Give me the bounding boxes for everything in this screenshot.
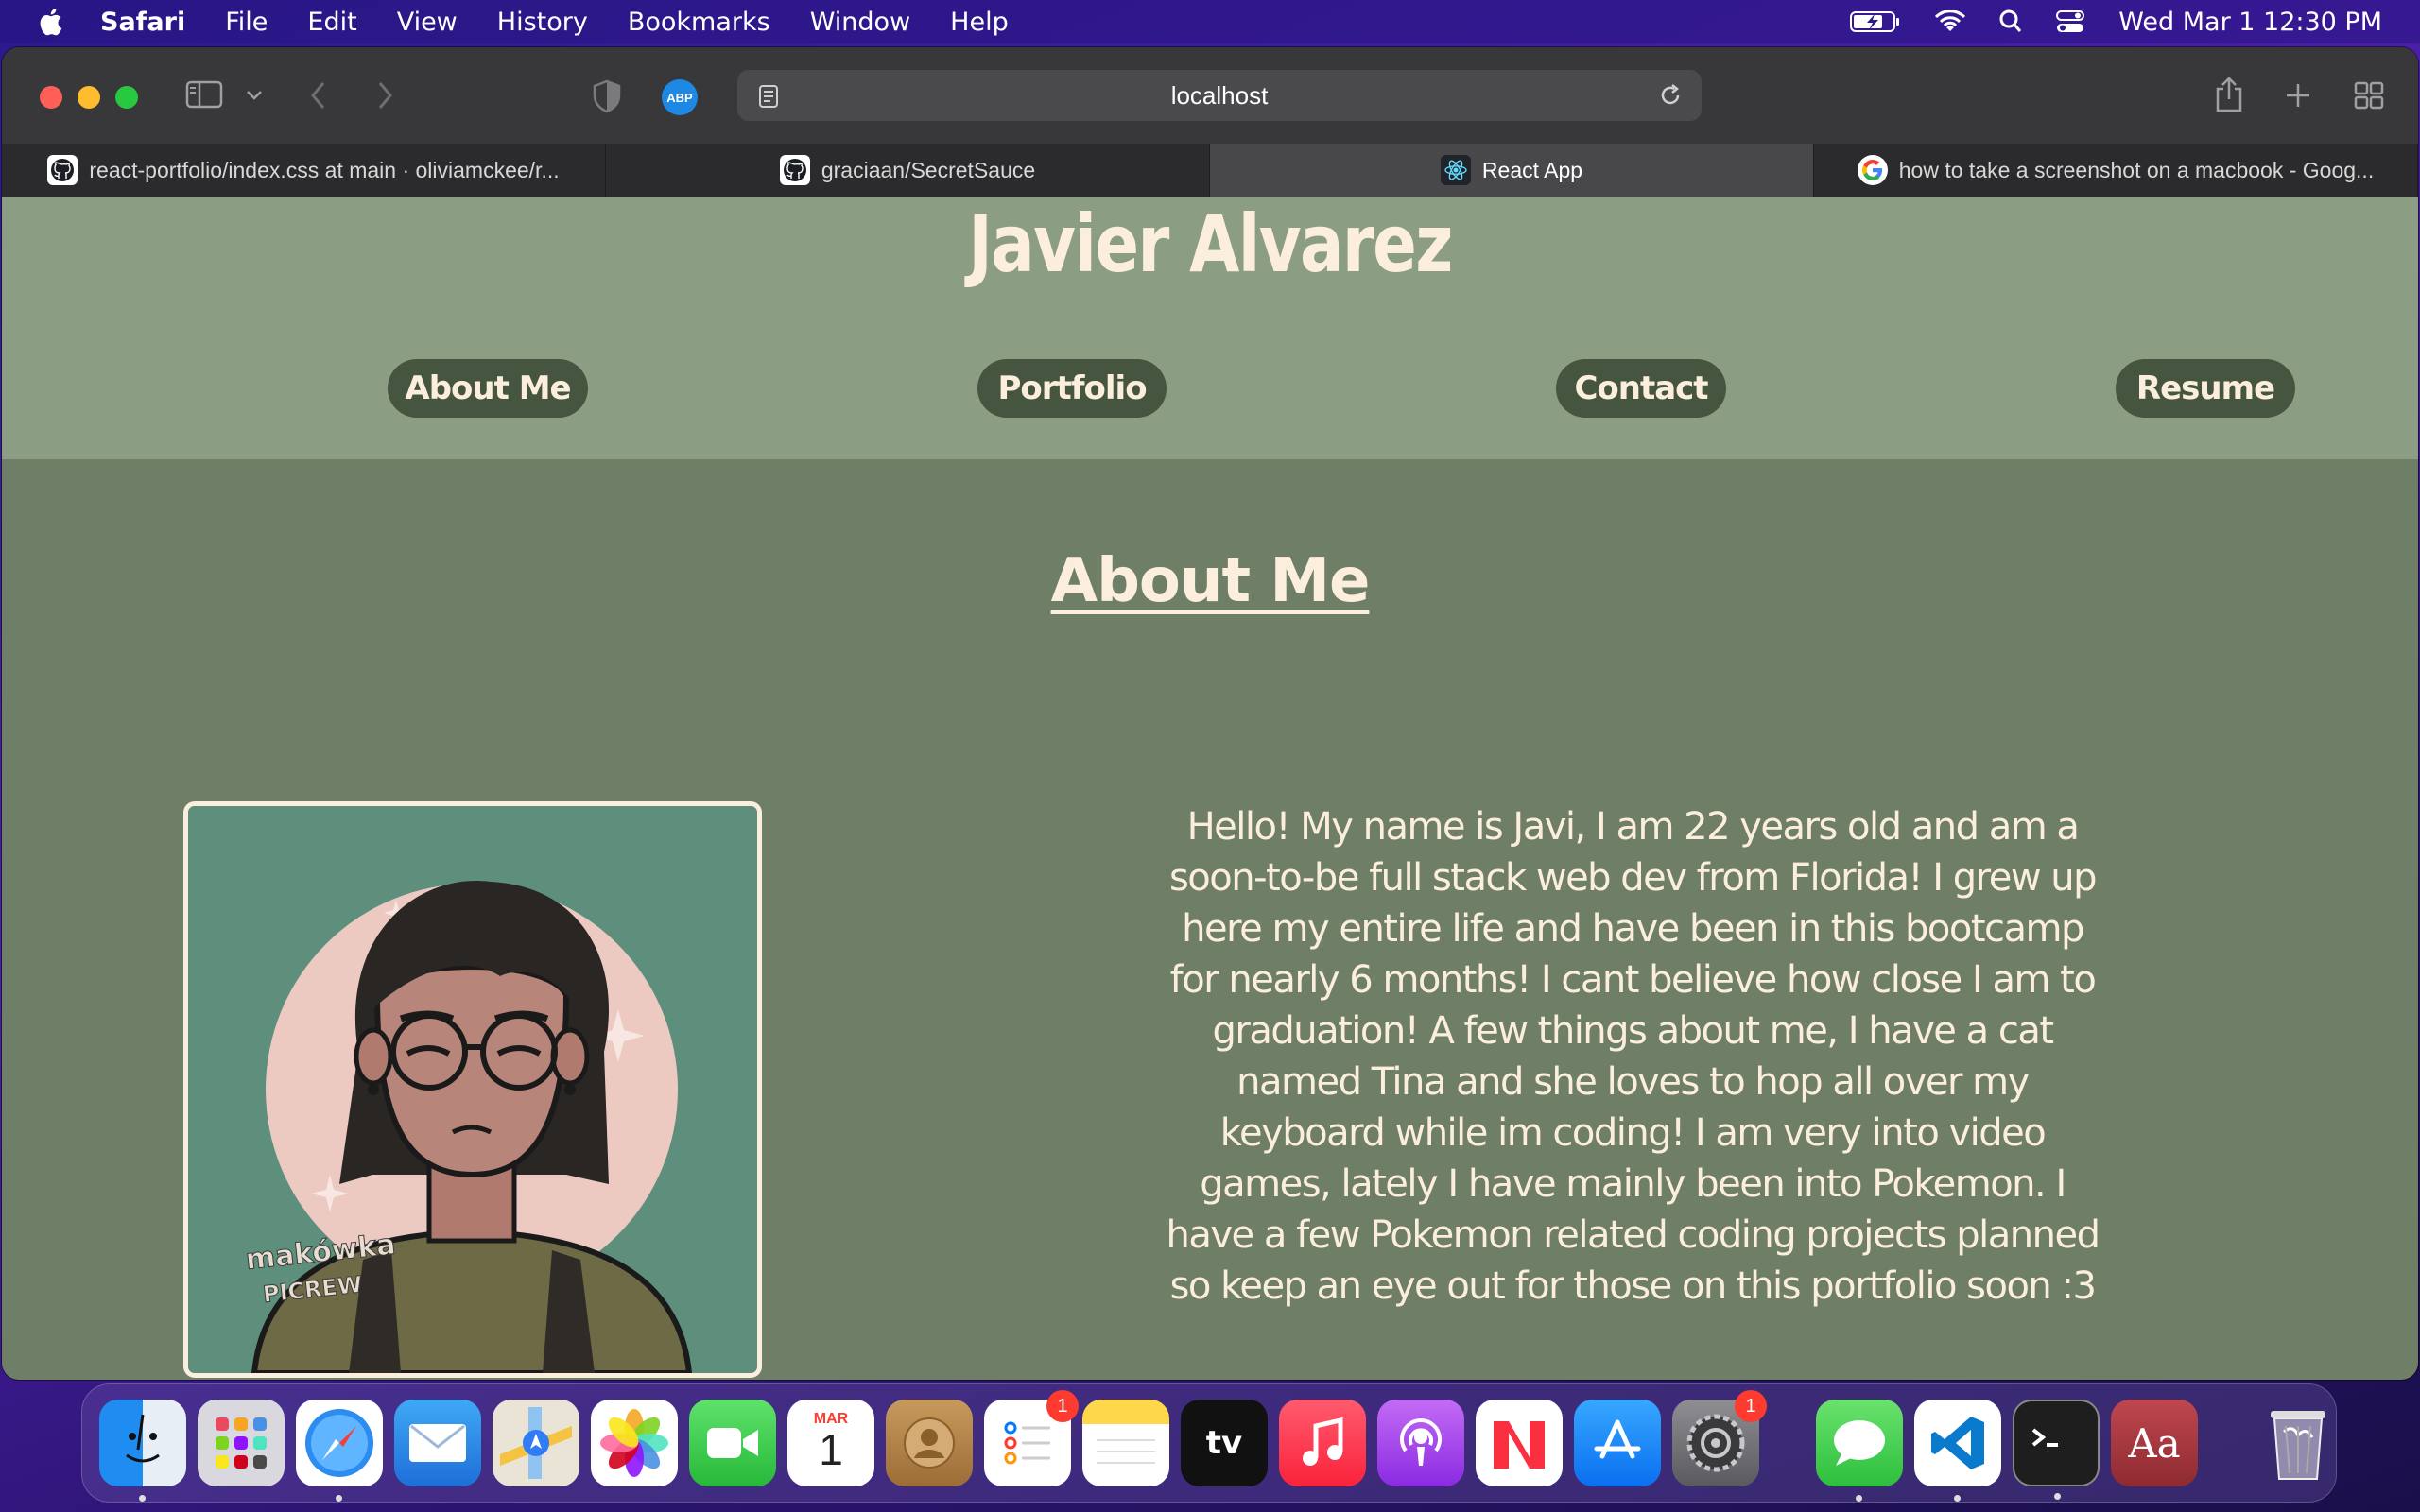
google-icon [1857, 155, 1888, 185]
contacts-icon[interactable] [886, 1400, 973, 1486]
nav-about-me-button[interactable]: About Me [388, 359, 588, 418]
zoom-window-button[interactable] [115, 86, 138, 109]
running-indicator [1954, 1495, 1961, 1502]
finder-icon[interactable] [99, 1400, 186, 1502]
apple-tv-label: tv [1205, 1424, 1243, 1462]
tab-secretsauce[interactable]: graciaan/SecretSauce [606, 144, 1210, 197]
tab-bar: react-portfolio/index.css at main · oliv… [2, 144, 2418, 197]
forward-arrow-icon[interactable] [374, 79, 395, 116]
menu-app-name[interactable]: Safari [100, 8, 185, 37]
nav-portfolio-button[interactable]: Portfolio [977, 359, 1167, 418]
tab-react-app[interactable]: React App [1210, 144, 1814, 197]
safari-window: ABP localhost react-portfolio/index.css … [2, 47, 2418, 1380]
github-icon [779, 155, 810, 185]
running-indicator [1856, 1495, 1862, 1502]
menu-edit[interactable]: Edit [307, 8, 356, 37]
notes-icon[interactable] [1082, 1400, 1169, 1486]
trash-icon[interactable] [2255, 1400, 2342, 1486]
running-indicator [139, 1495, 146, 1502]
settings-badge: 1 [1735, 1390, 1767, 1422]
tab-label: React App [1481, 157, 1583, 182]
url-text[interactable]: localhost [1171, 81, 1269, 111]
launchpad-icon[interactable] [198, 1400, 285, 1486]
apple-tv-icon[interactable]: tv [1181, 1400, 1268, 1486]
menu-file[interactable]: File [225, 8, 268, 37]
site-header: Javier Alvarez About Me Portfolio Contac… [2, 197, 2418, 459]
address-bar[interactable]: localhost [737, 70, 1702, 121]
photos-icon[interactable] [591, 1400, 678, 1486]
site-title: Javier Alvarez [968, 198, 1453, 290]
back-arrow-icon[interactable] [308, 79, 329, 116]
web-page: Javier Alvarez About Me Portfolio Contac… [2, 197, 2418, 1380]
close-window-button[interactable] [40, 86, 62, 109]
news-icon[interactable] [1476, 1400, 1563, 1486]
calendar-day: 1 [819, 1425, 843, 1474]
menubar-clock[interactable]: Wed Mar 1 12:30 PM [2118, 8, 2382, 37]
menu-bookmarks[interactable]: Bookmarks [628, 8, 770, 37]
reader-view-icon[interactable] [758, 84, 779, 115]
about-me-bio: Hello! My name is Javi, I am 22 years ol… [1166, 805, 2100, 1308]
tab-overview-icon[interactable] [2354, 81, 2384, 114]
github-icon [47, 155, 78, 185]
browser-toolbar: ABP localhost [2, 47, 2418, 144]
wifi-icon[interactable] [1935, 10, 1966, 33]
tab-google-search[interactable]: how to take a screenshot on a macbook - … [1814, 144, 2418, 197]
mail-icon[interactable] [394, 1400, 481, 1486]
tab-label: react-portfolio/index.css at main · oliv… [89, 157, 560, 182]
running-indicator [2054, 1493, 2061, 1500]
share-icon[interactable] [2214, 76, 2244, 118]
apple-menu-icon[interactable] [38, 8, 62, 36]
dictionary-icon[interactable]: Aa [2111, 1400, 2198, 1486]
reminders-badge: 1 [1046, 1390, 1079, 1422]
battery-icon[interactable] [1850, 10, 1901, 33]
profile-avatar: makówka PICREW [183, 801, 762, 1378]
facetime-icon[interactable] [689, 1400, 776, 1486]
nav-resume-button[interactable]: Resume [2116, 359, 2295, 418]
menu-view[interactable]: View [397, 8, 458, 37]
dictionary-label: Aa [2128, 1419, 2181, 1467]
messages-icon[interactable] [1816, 1400, 1903, 1502]
dock: MAR 1 1 tv 1 Aa [81, 1383, 2337, 1503]
control-center-icon[interactable] [2056, 9, 2085, 34]
music-icon[interactable] [1279, 1400, 1366, 1486]
vscode-icon[interactable] [1914, 1400, 2001, 1502]
privacy-shield-icon[interactable] [592, 79, 622, 118]
menu-window[interactable]: Window [810, 8, 910, 37]
reload-icon[interactable] [1658, 83, 1683, 114]
sidebar-toggle-icon[interactable] [185, 79, 223, 114]
menu-help[interactable]: Help [950, 8, 1009, 37]
tab-react-portfolio[interactable]: react-portfolio/index.css at main · oliv… [2, 144, 606, 197]
terminal-icon[interactable] [2013, 1400, 2100, 1500]
reminders-icon[interactable]: 1 [984, 1390, 1079, 1486]
running-indicator [336, 1495, 342, 1502]
menu-history[interactable]: History [497, 8, 588, 37]
tab-label: graciaan/SecretSauce [821, 157, 1036, 182]
spotlight-search-icon[interactable] [1999, 9, 2022, 34]
system-settings-icon[interactable]: 1 [1672, 1390, 1767, 1486]
menu-bar: Safari File Edit View History Bookmarks … [0, 0, 2420, 43]
maps-icon[interactable] [493, 1400, 579, 1486]
podcasts-icon[interactable] [1377, 1400, 1464, 1486]
chevron-down-icon[interactable] [246, 89, 263, 106]
calendar-icon[interactable]: MAR 1 [787, 1400, 874, 1486]
react-icon [1440, 155, 1471, 185]
app-store-icon[interactable] [1574, 1400, 1661, 1486]
adblock-extension-icon[interactable]: ABP [662, 79, 698, 115]
safari-icon[interactable] [296, 1400, 383, 1502]
nav-contact-button[interactable]: Contact [1556, 359, 1726, 418]
minimize-window-button[interactable] [78, 86, 100, 109]
new-tab-plus-icon[interactable] [2284, 81, 2312, 114]
tab-label: how to take a screenshot on a macbook - … [1898, 157, 2375, 182]
about-me-heading: About Me [1050, 546, 1371, 616]
